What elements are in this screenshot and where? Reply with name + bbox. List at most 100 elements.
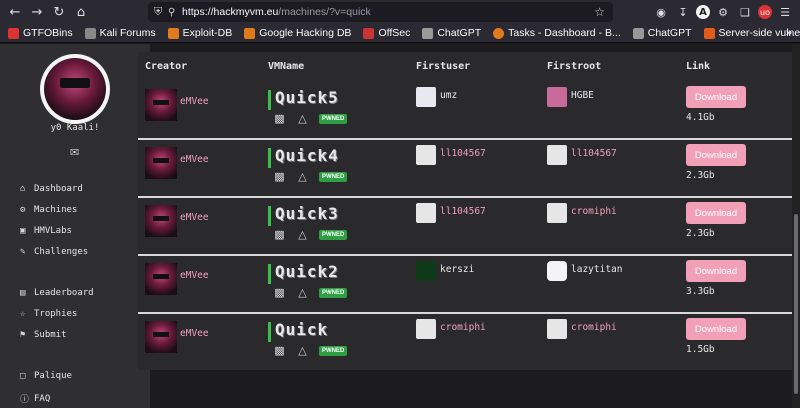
- firstuser-avatar[interactable]: [416, 319, 436, 339]
- download-button[interactable]: Download: [686, 86, 746, 108]
- vm-name[interactable]: Quick2: [275, 262, 339, 281]
- bookmarks-overflow-icon[interactable]: »: [786, 27, 792, 39]
- sidebar-item-machines[interactable]: ⚙ Machines: [20, 205, 77, 215]
- creator-name[interactable]: eMVee: [180, 154, 209, 165]
- download-button[interactable]: Download: [686, 318, 746, 340]
- download-button[interactable]: Download: [686, 260, 746, 282]
- download-button[interactable]: Download: [686, 144, 746, 166]
- firstuser-name[interactable]: kerszi: [440, 264, 474, 275]
- url-host: https://hackmyvm.eu: [182, 6, 279, 18]
- creator-avatar[interactable]: [145, 89, 177, 121]
- trophy-icon: ☆: [20, 309, 26, 319]
- mail-icon[interactable]: ✉: [70, 146, 79, 159]
- creator-avatar[interactable]: [145, 205, 177, 237]
- shield-icon[interactable]: ⛨: [154, 5, 168, 19]
- table-row: eMVee Quick4 ▩ △ PWNED ll104567 ll104567…: [138, 140, 792, 196]
- virtualbox-icon: ▩: [274, 286, 285, 299]
- firstroot-name[interactable]: HGBE: [571, 90, 594, 101]
- puzzle-icon: ✎: [20, 247, 26, 257]
- avatar[interactable]: [40, 54, 110, 124]
- firstuser-avatar[interactable]: [416, 87, 436, 107]
- url-bar[interactable]: ⛨ ⚲ https://hackmyvm.eu/machines/?v=quic…: [148, 2, 613, 22]
- bookmark-label: Google Hacking DB: [259, 27, 352, 39]
- firstuser-avatar[interactable]: [416, 145, 436, 165]
- creator-name[interactable]: eMVee: [180, 96, 209, 107]
- pocket-icon[interactable]: ◉: [652, 3, 670, 21]
- creator-avatar[interactable]: [145, 147, 177, 179]
- sidebar-item-dashboard[interactable]: ⌂ Dashboard: [20, 184, 83, 194]
- vm-icons: ▩ △ PWNED: [273, 112, 348, 125]
- download-button[interactable]: Download: [686, 202, 746, 224]
- bookmark-exploit-db[interactable]: Exploit-DB: [167, 27, 232, 39]
- bookmark-chatgpt[interactable]: ChatGPT: [422, 27, 481, 39]
- bookmark-label: GTFOBins: [23, 27, 73, 39]
- reload-icon[interactable]: ↻: [48, 1, 70, 23]
- bookmarks-menu-icon[interactable]: ❑: [736, 3, 754, 21]
- bookmark-kali-forums[interactable]: Kali Forums: [84, 27, 156, 39]
- firstroot-name[interactable]: cromiphi: [571, 206, 617, 217]
- home-browser-icon[interactable]: ⌂: [70, 1, 92, 23]
- extension-a-icon[interactable]: A: [696, 5, 710, 19]
- firstuser-name[interactable]: umz: [440, 90, 457, 101]
- sidebar-item-hmvlabs[interactable]: ▣ HMVLabs: [20, 226, 72, 236]
- creator-name[interactable]: eMVee: [180, 328, 209, 339]
- firstroot-avatar[interactable]: [547, 87, 567, 107]
- sidebar-item-trophies[interactable]: ☆ Trophies: [20, 309, 77, 319]
- toolbar-right: ◉ ↧ A ⚙ ❑ uo ☰: [652, 0, 800, 24]
- virtualbox-icon: ▩: [274, 344, 285, 357]
- sidebar-item-faq[interactable]: ⓘ FAQ: [20, 392, 50, 406]
- firstuser-name[interactable]: cromiphi: [440, 322, 486, 333]
- firstroot-name[interactable]: lazytitan: [571, 264, 622, 275]
- bookmark-star-icon[interactable]: ☆: [594, 5, 605, 19]
- table-row: eMVee Quick3 ▩ △ PWNED ll104567 cromiphi…: [138, 198, 792, 254]
- portswigger-icon: [703, 27, 715, 39]
- firstuser-name[interactable]: ll104567: [440, 148, 486, 159]
- vm-name[interactable]: Quick4: [275, 146, 339, 165]
- gtfobins-icon: [8, 27, 19, 39]
- sidebar-item-submit[interactable]: ⚑ Submit: [20, 330, 67, 340]
- creator-avatar[interactable]: [145, 263, 177, 295]
- download-icon[interactable]: ↧: [674, 3, 692, 21]
- creator-name[interactable]: eMVee: [180, 212, 209, 223]
- extensions-puzzle-icon[interactable]: ⚙: [714, 3, 732, 21]
- column-header-link: Link: [686, 61, 711, 72]
- vm-name[interactable]: Quick3: [275, 204, 339, 223]
- bookmark-google-hacking-db[interactable]: Google Hacking DB: [244, 27, 351, 39]
- firstroot-avatar[interactable]: [547, 319, 567, 339]
- lock-icon[interactable]: ⚲: [168, 7, 182, 18]
- menu-hamburger-icon[interactable]: ☰: [776, 3, 794, 21]
- sidebar-item-leaderboard[interactable]: ▤ Leaderboard: [20, 288, 94, 298]
- firstroot-avatar[interactable]: [547, 261, 567, 281]
- chatgpt-icon: [632, 27, 644, 39]
- scrollbar-thumb[interactable]: [794, 214, 798, 394]
- vm-status-bar: [268, 322, 271, 342]
- firstuser-name[interactable]: ll104567: [440, 206, 486, 217]
- linux-icon: △: [298, 228, 307, 241]
- pwned-badge: PWNED: [319, 171, 348, 182]
- bookmark-label: ChatGPT: [647, 27, 692, 39]
- pwned-badge: PWNED: [319, 113, 348, 124]
- vm-status-bar: [268, 206, 271, 226]
- bookmark-chatgpt-2[interactable]: ChatGPT: [632, 27, 692, 39]
- back-arrow-icon[interactable]: ←: [4, 1, 26, 23]
- firstroot-name[interactable]: cromiphi: [571, 322, 617, 333]
- vm-name[interactable]: Quick5: [275, 88, 339, 107]
- firstroot-avatar[interactable]: [547, 145, 567, 165]
- creator-avatar[interactable]: [145, 321, 177, 353]
- bookmark-gtfobins[interactable]: GTFOBins: [8, 27, 73, 39]
- ghdb-icon: [244, 27, 256, 39]
- firstuser-avatar[interactable]: [416, 203, 436, 223]
- page-scrollbar[interactable]: [792, 44, 800, 408]
- creator-name[interactable]: eMVee: [180, 270, 209, 281]
- forward-arrow-icon[interactable]: →: [26, 1, 48, 23]
- bookmark-tasks-dashboard[interactable]: Tasks - Dashboard - B...: [493, 27, 621, 39]
- firstuser-avatar[interactable]: [416, 261, 436, 281]
- bookmarks-bar: GTFOBins Kali Forums Exploit-DB Google H…: [0, 24, 800, 43]
- vm-name[interactable]: Quick: [275, 320, 328, 339]
- firstroot-avatar[interactable]: [547, 203, 567, 223]
- sidebar-item-challenges[interactable]: ✎ Challenges: [20, 247, 88, 257]
- ublock-icon[interactable]: uo: [758, 5, 772, 19]
- firstroot-name[interactable]: ll104567: [571, 148, 617, 159]
- bookmark-offsec[interactable]: OffSec: [363, 27, 410, 39]
- sidebar-item-palique[interactable]: □ Palique: [20, 371, 72, 381]
